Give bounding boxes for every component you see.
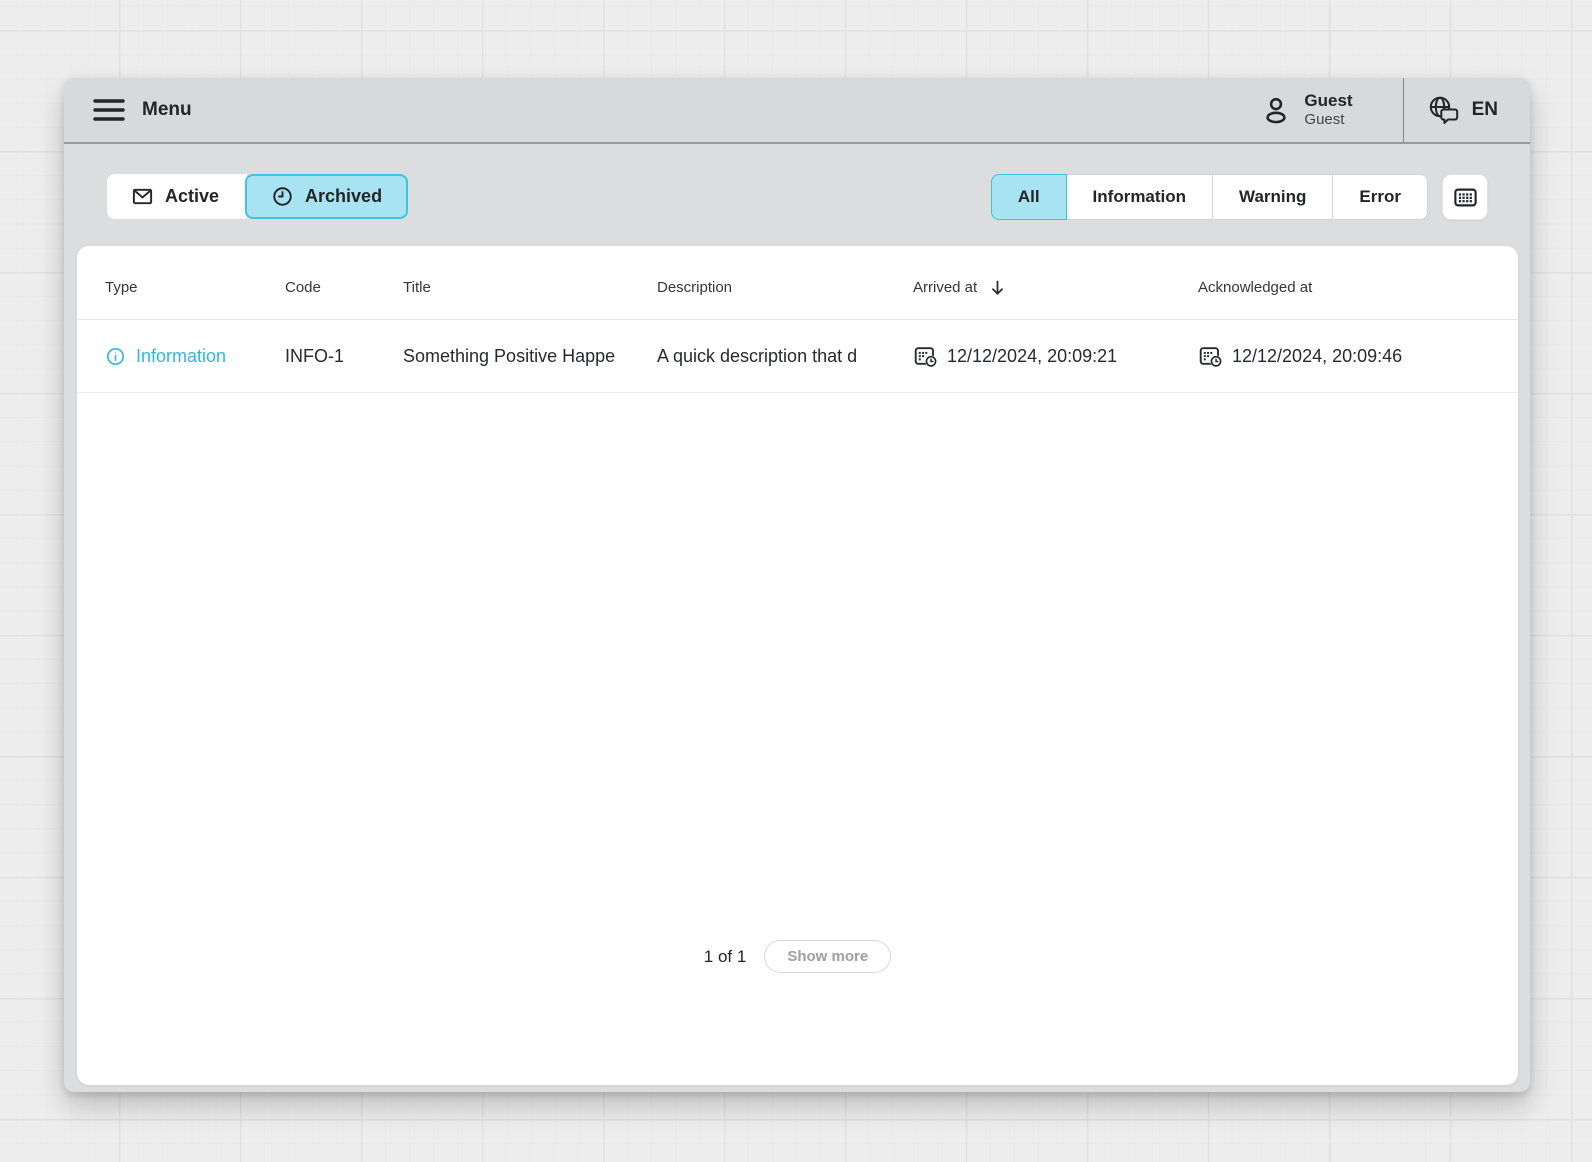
tab-active[interactable]: Active — [107, 174, 247, 219]
column-header-description[interactable]: Description — [657, 269, 913, 296]
grid-view-icon — [1452, 184, 1479, 211]
globe-chat-icon — [1426, 94, 1462, 126]
row-type-label: Information — [136, 346, 226, 367]
filter-information-label: Information — [1093, 187, 1187, 207]
column-header-arrived-at-label: Arrived at — [913, 279, 977, 296]
column-header-code[interactable]: Code — [285, 269, 403, 296]
filter-information-button[interactable]: Information — [1066, 174, 1214, 220]
info-circle-icon — [105, 346, 126, 367]
column-header-description-label: Description — [657, 279, 732, 296]
tab-archived-label: Archived — [305, 186, 382, 207]
column-header-title-label: Title — [403, 279, 431, 296]
calendar-clock-icon — [913, 344, 938, 369]
column-header-type[interactable]: Type — [105, 269, 285, 296]
language-code: EN — [1472, 99, 1498, 121]
table-header-row: Type Code Title Description Arrived at — [77, 246, 1518, 320]
app-window: Menu Guest Guest — [64, 78, 1530, 1092]
filter-error-button[interactable]: Error — [1332, 174, 1428, 220]
column-header-acknowledged-at-label: Acknowledged at — [1198, 279, 1312, 296]
notifications-panel: Type Code Title Description Arrived at — [77, 246, 1518, 1085]
table-row[interactable]: Information INFO-1 Something Positive Ha… — [77, 320, 1518, 393]
row-acknowledged-at-cell: 12/12/2024, 20:09:46 — [1198, 344, 1502, 369]
filter-all-label: All — [1018, 187, 1040, 207]
language-selector[interactable]: EN — [1404, 94, 1530, 126]
row-acknowledged-at-value: 12/12/2024, 20:09:46 — [1232, 346, 1402, 367]
column-header-code-label: Code — [285, 279, 321, 296]
column-header-title[interactable]: Title — [403, 269, 657, 296]
menu-button[interactable]: Menu — [92, 97, 192, 123]
filter-warning-label: Warning — [1239, 187, 1306, 207]
row-type-cell: Information — [105, 346, 285, 367]
clock-icon — [271, 185, 294, 208]
type-filter-group: All Information Warning Error — [991, 174, 1488, 220]
tab-active-label: Active — [165, 186, 219, 207]
tab-archived[interactable]: Archived — [245, 174, 408, 219]
user-name: Guest — [1304, 91, 1352, 111]
filter-toolbar: Active Archived All Information — [64, 144, 1530, 220]
filter-all-button[interactable]: All — [991, 174, 1067, 220]
show-more-button[interactable]: Show more — [764, 940, 891, 973]
desktop-canvas: { "topbar": { "menu_label": "Menu", "use… — [0, 0, 1592, 1162]
user-role: Guest — [1304, 111, 1352, 129]
grid-view-button[interactable] — [1442, 174, 1488, 220]
top-bar: Menu Guest Guest — [64, 78, 1530, 144]
row-code-cell: INFO-1 — [285, 346, 403, 367]
user-name-block: Guest Guest — [1304, 91, 1352, 129]
row-arrived-at-value: 12/12/2024, 20:09:21 — [947, 346, 1117, 367]
calendar-clock-icon — [1198, 344, 1223, 369]
column-header-type-label: Type — [105, 279, 138, 296]
person-icon — [1260, 94, 1292, 126]
envelope-icon — [131, 185, 154, 208]
column-header-arrived-at[interactable]: Arrived at — [913, 269, 1198, 297]
row-description-cell: A quick description that d — [657, 346, 913, 367]
user-account-button[interactable]: Guest Guest — [1260, 91, 1352, 129]
menu-label: Menu — [142, 99, 192, 121]
state-filter-tabs: Active Archived — [107, 174, 408, 219]
arrow-down-icon — [990, 279, 1005, 297]
filter-error-label: Error — [1359, 187, 1401, 207]
row-arrived-at-cell: 12/12/2024, 20:09:21 — [913, 344, 1198, 369]
page-indicator: 1 of 1 — [704, 947, 747, 967]
type-filter-tabs: All Information Warning Error — [991, 174, 1428, 220]
row-title-cell: Something Positive Happe — [403, 346, 657, 367]
pagination-bar: 1 of 1 Show more — [77, 940, 1518, 973]
filter-warning-button[interactable]: Warning — [1212, 174, 1333, 220]
column-header-acknowledged-at[interactable]: Acknowledged at — [1198, 269, 1502, 296]
hamburger-icon — [92, 97, 126, 123]
